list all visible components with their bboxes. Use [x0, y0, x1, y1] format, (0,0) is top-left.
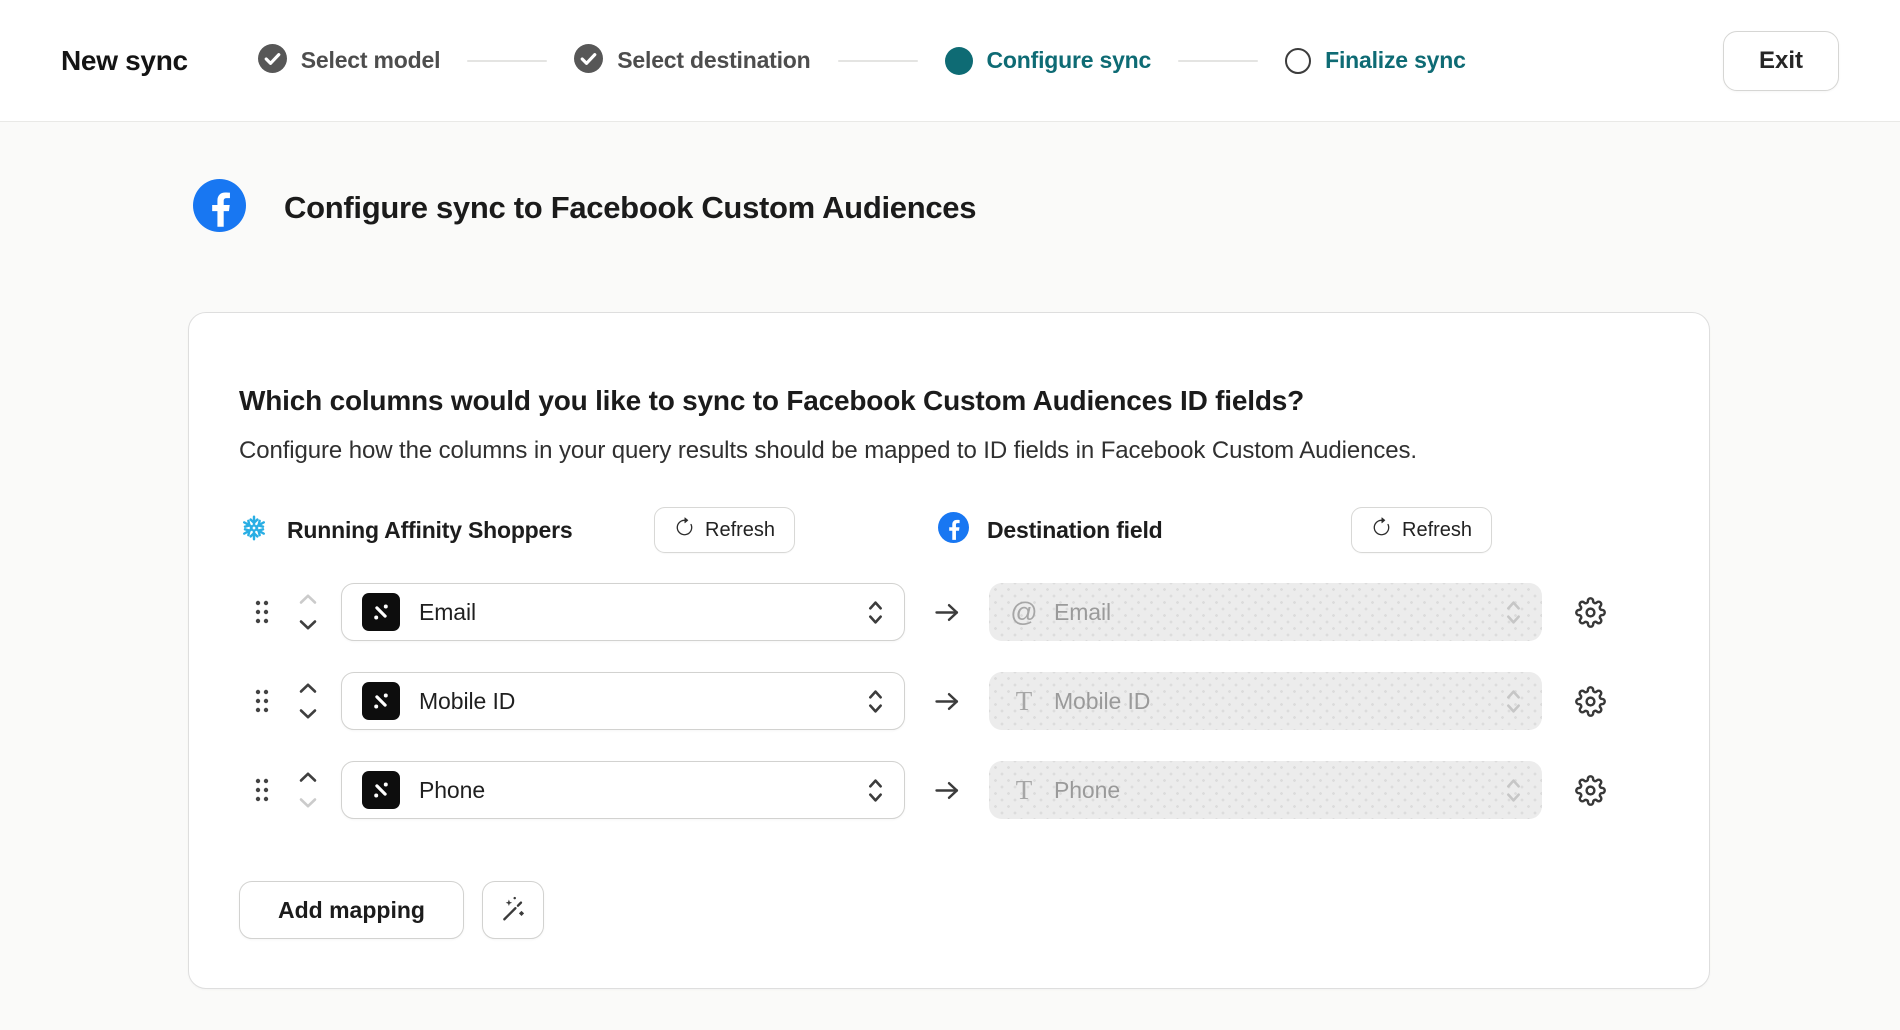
drag-dots-icon[interactable] [254, 599, 270, 625]
move-up-button[interactable] [298, 593, 318, 605]
filled-dot-icon [945, 47, 973, 75]
chevron-up-down-icon [867, 688, 884, 715]
source-field-value: Mobile ID [419, 688, 515, 715]
facebook-icon [938, 512, 969, 548]
exit-button[interactable]: Exit [1723, 31, 1839, 91]
right-arrow-icon [905, 780, 989, 801]
mapping-actions: Add mapping [239, 881, 1653, 939]
right-arrow-icon [905, 602, 989, 623]
source-field-value: Phone [419, 777, 485, 804]
at-sign-icon: @ [1009, 597, 1039, 628]
add-mapping-button[interactable]: Add mapping [239, 881, 464, 939]
page-title: Configure sync to Facebook Custom Audien… [284, 190, 976, 226]
card-heading: Which columns would you like to sync to … [239, 383, 1653, 419]
refresh-icon [1371, 517, 1392, 544]
step-label: Configure sync [987, 47, 1152, 74]
step-select-model[interactable]: Select model [258, 44, 441, 78]
wizard-topbar: New sync Select model Select destination [0, 0, 1900, 122]
refresh-label: Refresh [705, 519, 775, 542]
destination-field-select-disabled: T Mobile ID [989, 672, 1542, 730]
source-field-select[interactable]: Phone [341, 761, 905, 819]
card-subheading: Configure how the columns in your query … [239, 435, 1653, 467]
move-up-button[interactable] [298, 682, 318, 694]
destination-field-select-disabled: T Phone [989, 761, 1542, 819]
step-label: Select model [301, 47, 441, 74]
destination-column-name: Destination field [987, 517, 1163, 544]
step-connector [467, 60, 547, 62]
column-slash-icon [362, 593, 400, 631]
step-label: Select destination [617, 47, 810, 74]
step-connector [1178, 60, 1258, 62]
chevron-up-down-icon [1505, 777, 1522, 804]
field-settings-button[interactable] [1575, 686, 1606, 717]
gear-icon [1575, 794, 1606, 809]
mapping-row: Email @ Email [239, 583, 1653, 641]
text-type-icon: T [1009, 686, 1039, 717]
chevron-up-down-icon [867, 599, 884, 626]
source-field-select[interactable]: Mobile ID [341, 672, 905, 730]
gear-icon [1575, 705, 1606, 720]
refresh-destination-button[interactable]: Refresh [1351, 507, 1492, 553]
field-settings-button[interactable] [1575, 597, 1606, 628]
sync-wizard-screen: New sync Select model Select destination [0, 0, 1900, 1030]
move-down-button[interactable] [298, 797, 318, 809]
snowflake-icon [239, 513, 269, 548]
move-down-button[interactable] [298, 708, 318, 720]
suggest-mappings-button[interactable] [482, 881, 544, 939]
chevron-up-down-icon [1505, 599, 1522, 626]
column-slash-icon [362, 771, 400, 809]
source-field-value: Email [419, 599, 476, 626]
step-connector [838, 60, 918, 62]
destination-field-value: Mobile ID [1054, 688, 1150, 715]
destination-column-header: Destination field [938, 507, 1163, 553]
row-reorder-controls [297, 593, 319, 631]
destination-field-value: Email [1054, 599, 1111, 626]
drag-dots-icon[interactable] [254, 688, 270, 714]
chevron-up-down-icon [1505, 688, 1522, 715]
magic-wand-icon [499, 895, 527, 926]
refresh-label: Refresh [1402, 519, 1472, 542]
column-slash-icon [362, 682, 400, 720]
source-model-name: Running Affinity Shoppers [287, 517, 572, 544]
drag-dots-icon[interactable] [254, 777, 270, 803]
destination-field-value: Phone [1054, 777, 1120, 804]
step-label: Finalize sync [1325, 47, 1466, 74]
move-up-button[interactable] [298, 771, 318, 783]
right-arrow-icon [905, 691, 989, 712]
refresh-icon [674, 517, 695, 544]
step-configure-sync[interactable]: Configure sync [945, 47, 1152, 75]
move-down-button[interactable] [298, 619, 318, 631]
mapping-card: Which columns would you like to sync to … [188, 312, 1710, 989]
column-headers: Running Affinity Shoppers Refresh Destin… [239, 507, 1653, 553]
step-finalize-sync[interactable]: Finalize sync [1285, 47, 1466, 74]
check-circle-icon [574, 44, 603, 78]
source-field-select[interactable]: Email [341, 583, 905, 641]
row-reorder-controls [297, 682, 319, 720]
source-column-header: Running Affinity Shoppers [239, 507, 572, 553]
facebook-icon [193, 179, 246, 237]
wizard-title: New sync [61, 45, 188, 77]
destination-field-select-disabled: @ Email [989, 583, 1542, 641]
refresh-source-button[interactable]: Refresh [654, 507, 795, 553]
step-select-destination[interactable]: Select destination [574, 44, 810, 78]
row-reorder-controls [297, 771, 319, 809]
text-type-icon: T [1009, 775, 1039, 806]
mapping-row: Phone T Phone [239, 761, 1653, 819]
gear-icon [1575, 616, 1606, 631]
mapping-row: Mobile ID T Mobile ID [239, 672, 1653, 730]
check-circle-icon [258, 44, 287, 78]
empty-circle-icon [1285, 48, 1311, 74]
chevron-up-down-icon [867, 777, 884, 804]
wizard-stepper: Select model Select destination Configur… [258, 44, 1466, 78]
field-settings-button[interactable] [1575, 775, 1606, 806]
page-header: Configure sync to Facebook Custom Audien… [193, 179, 1900, 237]
